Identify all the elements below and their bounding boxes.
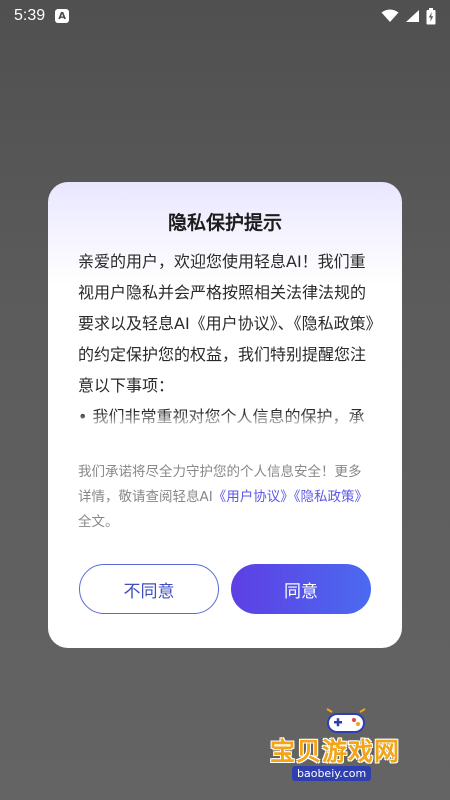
privacy-body-text: 亲爱的用户，欢迎您使用轻息AI！我们重视用户隐私并会严格按照相关法律法规的要求以… [78, 252, 374, 426]
dialog-body-scroll[interactable]: 亲爱的用户，欢迎您使用轻息AI！我们重视用户隐私并会严格按照相关法律法规的要求以… [78, 246, 378, 434]
disagree-button[interactable]: 不同意 [79, 564, 219, 614]
watermark-logo: 宝贝游戏网 baobeiy.com [270, 708, 430, 788]
body-fade-overlay [78, 412, 378, 434]
dialog-title: 隐私保护提示 [167, 212, 282, 234]
status-time: 5:39 [14, 7, 46, 24]
agree-button[interactable]: 同意 [231, 564, 371, 614]
notice-suffix: 全文。 [78, 514, 119, 530]
wifi-icon [381, 9, 399, 22]
app-notification-icon: A [55, 9, 70, 23]
privacy-dialog: 隐私保护提示 亲爱的用户，欢迎您使用轻息AI！我们重视用户隐私并会严格按照相关法… [48, 182, 402, 648]
privacy-notice: 我们承诺将尽全力守护您的个人信息安全！更多详情，敬请查阅轻息AI《用户协议》《隐… [78, 460, 374, 535]
watermark-url: baobeiy.com [292, 766, 372, 781]
signal-icon [406, 10, 419, 22]
battery-charging-icon [426, 7, 436, 24]
status-icons [381, 7, 436, 25]
privacy-policy-link[interactable]: 《隐私政策》 [294, 489, 368, 505]
watermark-title: 宝贝游戏网 [270, 737, 401, 766]
status-bar: 5:39 A [0, 0, 450, 32]
user-agreement-link[interactable]: 《用户协议》 [213, 489, 294, 505]
